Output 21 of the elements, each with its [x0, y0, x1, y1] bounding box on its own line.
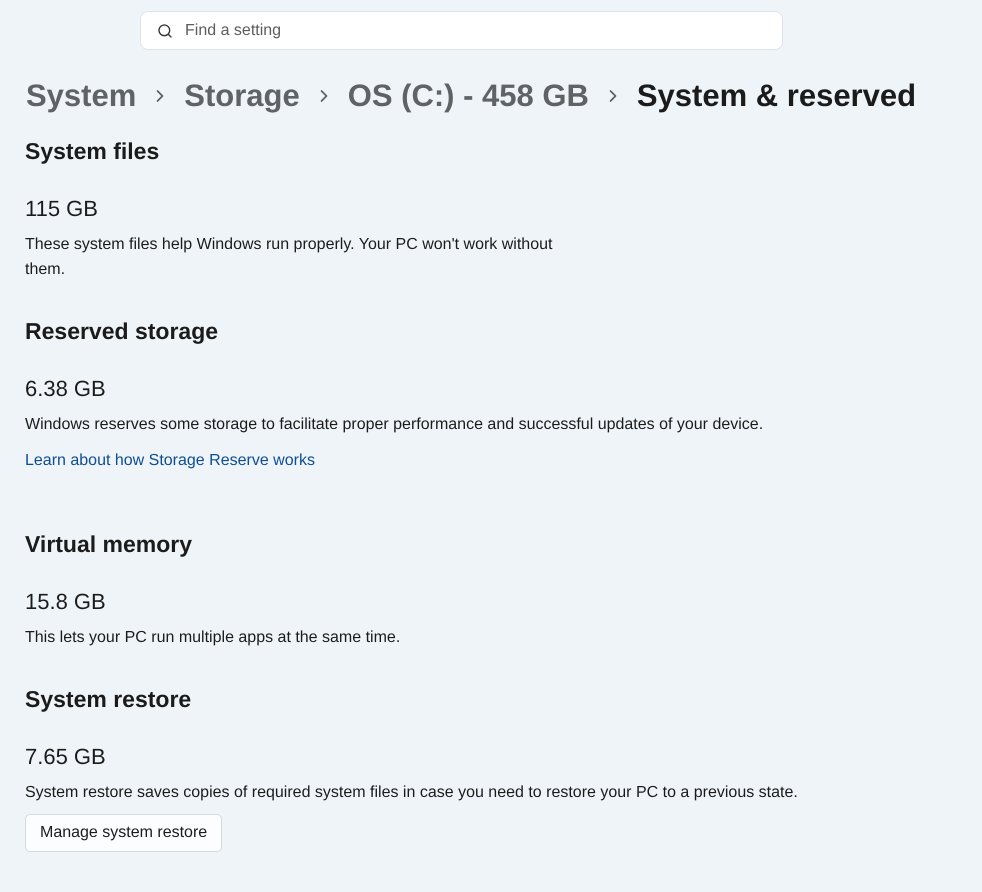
size-value: 115 GB	[25, 195, 99, 223]
size-value: 6.38 GB	[25, 375, 107, 403]
description-text: This lets your PC run multiple apps at the same time.	[25, 628, 402, 648]
manage-system-restore-button[interactable]: Manage system restore	[25, 814, 222, 852]
size-value: 7.65 GB	[25, 743, 107, 771]
section-title: Reserved storage	[25, 317, 220, 346]
description-text: System restore saves copies of required system files in case you need to restore your PC to a previous state.	[25, 783, 799, 803]
breadcrumb-item[interactable]: System	[26, 72, 136, 120]
search-icon	[157, 22, 173, 38]
description-text: These system files help Windows run properly. Your PC won't work without them.	[25, 235, 554, 280]
section-title: Virtual memory	[25, 530, 194, 559]
section-title: System restore	[25, 685, 192, 714]
breadcrumb-item[interactable]: Storage	[184, 72, 300, 120]
search-field[interactable]: Find a setting	[140, 11, 783, 50]
size-value: 15.8 GB	[25, 588, 107, 616]
breadcrumb-item[interactable]: OS (C:) - 458 GB	[348, 72, 589, 120]
search-input[interactable]: Find a setting	[185, 18, 766, 42]
storage-reserve-link[interactable]: Learn about how Storage Reserve works	[25, 448, 315, 473]
description-text: Windows reserves some storage to facilitate proper performance and successful updates of your device.	[25, 415, 764, 435]
section-title: System files	[25, 137, 160, 166]
breadcrumb-item: System & reserved	[636, 76, 916, 115]
